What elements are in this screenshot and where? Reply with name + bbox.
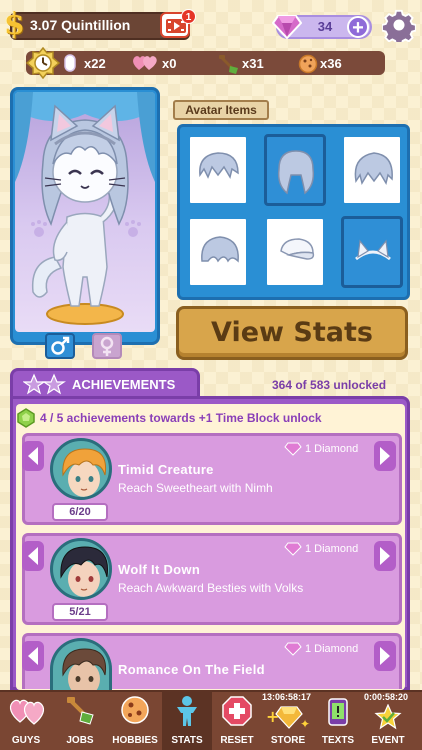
nav-stats[interactable]: STATS <box>162 690 212 750</box>
hair-icon <box>277 150 315 195</box>
avatar-item-cap[interactable] <box>264 216 326 288</box>
nav-label: GUYS <box>11 735 41 746</box>
nav-event[interactable]: EVENT <box>362 690 414 750</box>
hair-icon <box>354 152 393 185</box>
nav-store[interactable]: + ✦ STORE <box>260 690 316 750</box>
diamond-icon <box>284 642 302 656</box>
male-toggle[interactable] <box>45 333 75 359</box>
store-icon: + ✦ <box>266 706 310 730</box>
nav-jobs[interactable]: JOBS <box>54 690 106 750</box>
hearts-icon <box>9 699 45 725</box>
video-count-badge: 1 <box>181 9 196 24</box>
dollar-icon: $ <box>4 7 25 42</box>
svg-text:+: + <box>266 707 279 726</box>
female-toggle[interactable] <box>92 333 122 359</box>
achievement-progress: 5/21 <box>52 603 108 621</box>
nav-label: RESET <box>220 735 254 746</box>
avatar-preview <box>15 92 155 332</box>
chevron-right-icon <box>380 647 390 665</box>
chevron-left-icon <box>28 647 38 665</box>
avatar-item-hair-curly[interactable] <box>187 216 249 288</box>
token-icon <box>64 54 76 72</box>
achievement-desc: Reach Sweetheart with Nimh <box>118 481 273 495</box>
portrait-third <box>62 648 107 690</box>
prev-arrow-button[interactable] <box>22 641 44 671</box>
time-block-clock-icon <box>26 47 60 79</box>
female-icon <box>100 336 114 356</box>
nav-hobbies[interactable]: HOBBIES <box>108 690 162 750</box>
person-icon <box>177 696 197 726</box>
stars-icon <box>23 373 66 395</box>
time-block-progress: 4 / 5 achievements towards +1 Time Block… <box>40 411 322 425</box>
diamond-icon <box>272 15 302 39</box>
money-value: 3.07 Quintillion <box>30 17 131 33</box>
achievement-title: Timid Creature <box>118 462 214 477</box>
achievement-reward: 1 Diamond <box>305 443 359 455</box>
prev-arrow-button[interactable] <box>22 441 44 471</box>
nav-label: STATS <box>171 735 203 746</box>
hearts-count: x0 <box>162 56 177 71</box>
achievements-tab-label: ACHIEVEMENTS <box>72 377 176 392</box>
cookies-count: x36 <box>320 56 342 71</box>
add-gems-button[interactable]: + <box>347 16 369 39</box>
next-arrow-button[interactable] <box>374 541 396 571</box>
svg-text:✦: ✦ <box>300 717 310 730</box>
avatar-item-hair-spiky[interactable] <box>187 134 249 206</box>
reset-icon <box>222 696 252 726</box>
shovels-count: x31 <box>242 56 264 71</box>
gem-count: 34 <box>317 19 333 34</box>
nav-reset[interactable]: RESET <box>214 690 260 750</box>
shovel-icon <box>67 697 94 725</box>
nav-label: HOBBIES <box>112 735 158 746</box>
nav-texts[interactable]: TEXTS <box>318 690 358 750</box>
achievement-reward: 1 Diamond <box>305 543 359 555</box>
next-arrow-button[interactable] <box>374 641 396 671</box>
ball-icon <box>121 696 149 724</box>
nav-label: TEXTS <box>321 735 355 746</box>
nav-guys[interactable]: GUYS <box>0 690 52 750</box>
cap-icon <box>280 238 315 260</box>
avatar-items-label: Avatar Items <box>173 100 269 120</box>
cookie-icon <box>298 54 318 74</box>
achievement-title: Wolf It Down <box>118 562 201 577</box>
phone-icon <box>328 698 348 726</box>
prev-arrow-button[interactable] <box>22 541 44 571</box>
cat-ears-icon <box>355 239 391 261</box>
chevron-right-icon <box>380 547 390 565</box>
nav-label: STORE <box>270 735 306 746</box>
diamond-icon <box>284 542 302 556</box>
avatar <box>50 538 112 600</box>
chevron-left-icon <box>28 447 38 465</box>
view-stats-button[interactable]: View Stats <box>176 306 408 360</box>
star-icon <box>374 704 402 730</box>
settings-gear-icon[interactable] <box>382 8 416 42</box>
avatar <box>50 438 112 500</box>
clover-icon <box>17 408 35 428</box>
hair-icon <box>201 236 239 263</box>
cat-girl-avatar <box>15 92 155 325</box>
chevron-left-icon <box>28 547 38 565</box>
nav-label: EVENT <box>371 735 405 746</box>
chevron-right-icon <box>380 447 390 465</box>
nav-label: JOBS <box>66 735 94 746</box>
achievement-title: Romance On The Field <box>118 662 265 677</box>
tokens-count: x22 <box>84 56 106 71</box>
shovel-icon <box>219 55 238 74</box>
male-icon <box>51 336 70 355</box>
achievement-desc: Reach Awkward Besties with Volks <box>118 581 304 595</box>
diamond-icon <box>284 442 302 456</box>
achievement-reward: 1 Diamond <box>305 643 359 655</box>
avatar-item-hair-long[interactable] <box>264 134 326 206</box>
hearts-icon <box>133 56 157 70</box>
hair-icon <box>199 152 239 179</box>
next-arrow-button[interactable] <box>374 441 396 471</box>
top-bar: $ 3.07 Quintillion 1 34 + <box>0 0 422 50</box>
avatar-item-hair-messy[interactable] <box>341 134 403 206</box>
achievements-unlocked-count: 364 of 583 unlocked <box>272 378 387 392</box>
avatar-item-cat-ears[interactable] <box>341 216 403 288</box>
achievement-progress: 6/20 <box>52 503 108 521</box>
